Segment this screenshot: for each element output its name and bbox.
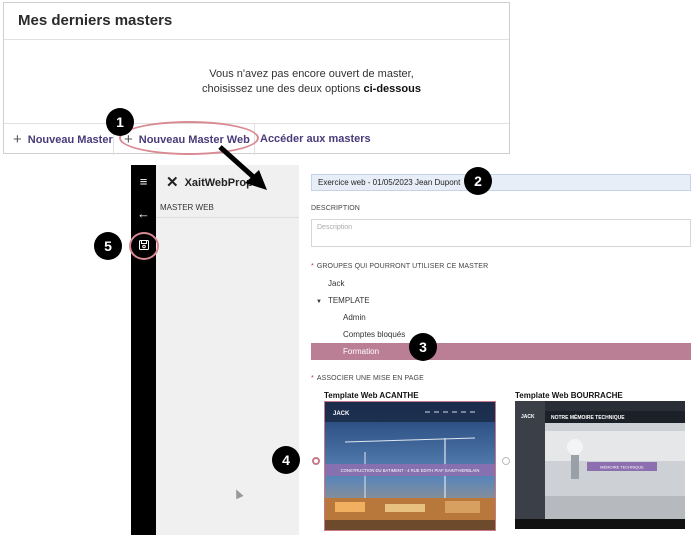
tree-item-blocked-accounts[interactable]: Comptes bloqués	[343, 330, 405, 339]
message-line-1: Vous n'avez pas encore ouvert de master,	[209, 68, 414, 80]
template-bourrache-radio[interactable]	[502, 457, 510, 465]
template-bourrache-button: MÉMOIRE TECHNIQUE	[600, 465, 644, 470]
brand-x-icon: ✕	[166, 174, 179, 191]
tree-item-jack[interactable]: Jack	[328, 279, 344, 288]
message-line-2: choisissez une des deux options ci-desso…	[114, 82, 509, 97]
tree-item-training[interactable]: Formation	[343, 347, 379, 356]
caret-down-icon: ▼	[316, 299, 322, 305]
plus-icon: +	[13, 131, 22, 148]
annotation-4: 4	[272, 446, 300, 474]
layout-label: * ASSOCIER UNE MISE EN PAGE	[311, 375, 424, 382]
nav-section-label: MASTER WEB	[160, 203, 214, 212]
description-textarea[interactable]: Description	[311, 219, 691, 247]
tree-item-template-label: TEMPLATE	[327, 296, 370, 305]
mouse-cursor-icon	[232, 487, 244, 500]
empty-state-message: Vous n'avez pas encore ouvert de master,…	[4, 67, 509, 97]
template-bourrache-header: NOTRE MÉMOIRE TECHNIQUE	[551, 413, 625, 421]
arrow-icon	[218, 145, 267, 190]
back-arrow-icon[interactable]: ←	[131, 206, 156, 221]
annotation-1: 1	[106, 108, 134, 136]
annotation-5: 5	[94, 232, 122, 260]
layout-label-text: ASSOCIER UNE MISE EN PAGE	[316, 375, 424, 382]
latest-masters-card: Mes derniers masters Vous n'avez pas enc…	[3, 2, 510, 155]
icon-rail: ≡ ←	[131, 165, 156, 535]
access-masters-button[interactable]: Accéder aux masters	[260, 124, 371, 155]
tree-item-template[interactable]: ▼ TEMPLATE	[316, 296, 370, 305]
new-master-button[interactable]: + Nouveau Master	[13, 124, 113, 155]
card-divider	[4, 39, 509, 40]
template-bourrache-preview[interactable]: JACK NOTRE MÉMOIRE TECHNIQUE MÉMOIRE TEC…	[515, 401, 685, 529]
annotation-3: 3	[409, 333, 437, 361]
side-nav: ✕ XaitWebPrope MASTER WEB	[156, 165, 299, 535]
description-label: DESCRIPTION	[311, 205, 360, 212]
message-line-2-bold: ci-dessous	[363, 83, 421, 95]
template-acanthe-radio[interactable]	[312, 457, 320, 465]
required-mark: *	[311, 263, 314, 270]
annotation-2: 2	[464, 167, 492, 195]
tree-item-admin[interactable]: Admin	[343, 313, 366, 322]
master-title-input[interactable]: Exercice web - 01/05/2023 Jean Dupont	[311, 174, 691, 191]
required-mark: *	[311, 375, 314, 382]
message-line-2-text: choisissez une des deux options	[202, 83, 364, 95]
master-form: Exercice web - 01/05/2023 Jean Dupont DE…	[299, 165, 691, 535]
template-acanthe-logo: JACK	[333, 411, 350, 417]
template-bourrache-title: Template Web BOURRACHE	[515, 391, 623, 400]
template-acanthe-banner: CONSTRUCTION DU BATIMENT - 4 RUE EDITH P…	[341, 468, 480, 473]
menu-icon[interactable]: ≡	[131, 174, 156, 189]
groups-label: * GROUPES QUI POURRONT UTILISER CE MASTER	[311, 263, 488, 270]
card-title: Mes derniers masters	[18, 12, 173, 29]
nav-divider	[156, 217, 299, 218]
template-bourrache-logo: JACK	[521, 414, 535, 420]
new-master-label: Nouveau Master	[27, 134, 113, 146]
groups-label-text: GROUPES QUI POURRONT UTILISER CE MASTER	[316, 263, 489, 270]
template-acanthe-preview[interactable]: JACK CONSTRUCTION DU BATIMENT - 4 RUE ED…	[324, 401, 496, 531]
template-acanthe-title: Template Web ACANTHE	[324, 391, 419, 400]
highlight-ring	[129, 232, 159, 260]
